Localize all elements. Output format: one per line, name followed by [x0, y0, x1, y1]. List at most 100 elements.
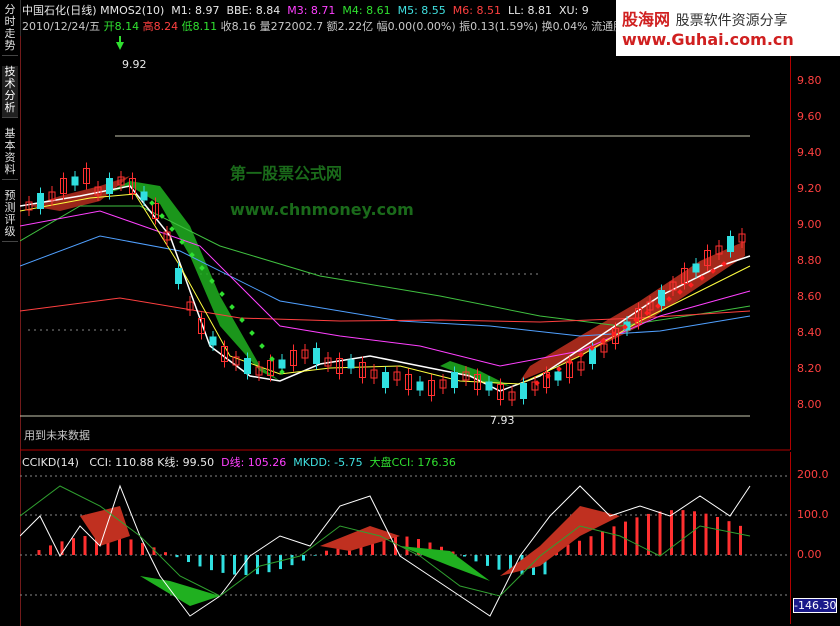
indicator-name: CCIKD(14): [22, 456, 79, 469]
k-value: K线: 99.50: [157, 456, 215, 469]
quote-turnover: 换0.04%: [541, 20, 588, 33]
price-tick: 8.60: [797, 290, 822, 303]
histogram-bar: [635, 517, 639, 555]
price-tick: 8.00: [797, 398, 822, 411]
ind-band-green-2: [400, 546, 490, 581]
ind-band-red-1: [80, 506, 130, 546]
histogram-bar: [463, 555, 466, 557]
quote-low: 低8.11: [181, 20, 218, 33]
candlestick: [244, 358, 251, 374]
histogram-bar: [405, 536, 409, 555]
candlestick: [347, 359, 355, 369]
candlestick: [485, 381, 493, 391]
histogram-bar: [210, 555, 213, 571]
quote-high: 高8.24: [142, 20, 179, 33]
quote-change: 幅0.00(0.00%): [376, 20, 456, 33]
histogram-bar: [141, 543, 144, 555]
histogram-bar: [83, 536, 87, 555]
ind-band-red-2: [320, 526, 400, 551]
tab-technical[interactable]: 技术分析: [2, 66, 18, 118]
candlestick: [175, 268, 182, 284]
chart-canvas[interactable]: [20, 36, 790, 626]
histogram-bar: [578, 540, 581, 555]
histogram-bar: [474, 555, 478, 562]
price-tick: 8.40: [797, 326, 822, 339]
indicator-header: CCIKD(14) CCI: 110.88 K线: 99.50 D线: 105.…: [22, 454, 456, 470]
candlestick: [589, 348, 596, 364]
candlestick: [520, 383, 527, 399]
histogram-bar: [233, 555, 236, 575]
ma-line-magenta: [20, 210, 751, 367]
watermark-url: www.Guhai.com.cn: [622, 30, 794, 49]
candlestick: [313, 348, 320, 364]
histogram-bar: [658, 511, 662, 555]
overlay-site-url: www.chnmoney.com: [230, 200, 414, 219]
price-tick: 8.80: [797, 254, 822, 267]
m1-value: M1: 8.97: [171, 4, 220, 17]
quote-volume: 量272002.7: [259, 20, 324, 33]
candlestick: [727, 236, 734, 252]
candlestick: [71, 176, 79, 186]
market-cci-value: 大盘CCI: 176.36: [369, 456, 456, 469]
histogram-bar: [612, 526, 616, 555]
quote-amount: 额2.22亿: [326, 20, 374, 33]
sidebar: 分时走势 技术分析 基本资料 预测评级: [0, 0, 21, 626]
candlestick: [37, 193, 44, 209]
histogram-bar: [601, 531, 604, 555]
histogram-bar: [647, 513, 650, 555]
m3-value: M3: 8.71: [287, 4, 336, 17]
high-point-label: 9.92: [122, 58, 147, 71]
ll-value: LL: 8.81: [507, 4, 552, 17]
m4-value: M4: 8.61: [342, 4, 391, 17]
histogram-bar: [497, 555, 501, 570]
ind-tick: 100.0: [797, 508, 829, 521]
quote-bar: 2010/12/24/五 开8.14 高8.24 低8.11 收8.16 量27…: [22, 18, 624, 33]
histogram-bar: [187, 555, 190, 563]
candlestick: [658, 290, 665, 306]
histogram-bar: [716, 516, 719, 555]
price-tick: 8.20: [797, 362, 822, 375]
histogram-bar: [37, 550, 41, 555]
xu-value: XU: 9: [558, 4, 589, 17]
histogram-bar: [279, 555, 282, 570]
d-value: D线: 105.26: [221, 456, 287, 469]
cci-value: CCI: 110.88: [89, 456, 154, 469]
m6-value: M6: 8.51: [452, 4, 501, 17]
histogram-bar: [72, 538, 75, 555]
quote-date: 2010/12/24/五: [22, 20, 101, 33]
histogram-bar: [693, 511, 696, 555]
tab-rating[interactable]: 预测评级: [2, 190, 18, 242]
stock-title: 中国石化(日线): [22, 4, 97, 17]
candlestick: [209, 336, 217, 346]
current-indicator-value: -146.30: [793, 598, 837, 613]
tab-intraday[interactable]: 分时走势: [2, 4, 18, 56]
price-tick: 9.80: [797, 74, 822, 87]
indicator-title: MMOS2(10): [100, 4, 165, 17]
bbe-value: BBE: 8.84: [226, 4, 281, 17]
watermark-brand: 股海网 股票软件资源分享: [622, 6, 788, 30]
low-point-label: 7.93: [490, 414, 515, 427]
histogram-bar: [164, 552, 167, 555]
price-tick: 9.00: [797, 218, 822, 231]
price-tick: 9.60: [797, 110, 822, 123]
trend-band-red-right: [520, 241, 745, 381]
histogram-bar: [325, 550, 328, 555]
histogram-bar: [175, 555, 179, 558]
histogram-bar: [129, 539, 133, 555]
histogram-bar: [221, 555, 225, 573]
histogram-bar: [313, 555, 317, 556]
candlestick: [416, 381, 424, 391]
signal-diamond: [149, 200, 155, 206]
mkdd-value: MKDD: -5.75: [293, 456, 363, 469]
quote-open: 开8.14: [103, 20, 140, 33]
price-axis: 9.80 9.60 9.40 9.20 9.00 8.80 8.60 8.40 …: [790, 40, 839, 450]
candlestick: [451, 372, 458, 388]
candlestick: [692, 263, 700, 273]
quote-amplitude: 振0.13(1.59%): [459, 20, 539, 33]
m5-value: M5: 8.55: [397, 4, 446, 17]
signal-diamond: [229, 304, 235, 310]
histogram-bar: [589, 536, 593, 555]
histogram-bar: [739, 525, 742, 555]
ma-line-yellow: [20, 193, 751, 385]
tab-fundamentals[interactable]: 基本资料: [2, 128, 18, 180]
